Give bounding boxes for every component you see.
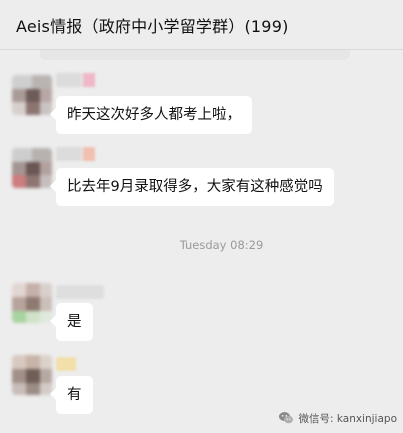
avatar[interactable]: [12, 148, 52, 188]
avatar[interactable]: [12, 355, 52, 395]
message-text: 是: [67, 314, 82, 330]
chat-window: Aeis情报（政府中小学留学群）(199) 昨天这次好多人都考上啦， 比去年9月…: [0, 0, 403, 433]
message-bubble[interactable]: 比去年9月录取得多，大家有这种感觉吗: [50, 168, 334, 206]
message-text: 有: [67, 387, 82, 403]
message-text: 昨天这次好多人都考上啦，: [67, 107, 241, 123]
watermark: 微信号: kanxinjiapo: [278, 409, 397, 427]
sender-nickname: [56, 357, 76, 371]
avatar[interactable]: [12, 75, 52, 115]
sender-nickname: [56, 73, 96, 87]
sender-nickname: [56, 147, 96, 161]
message-bubble[interactable]: 有: [50, 376, 93, 414]
message-bubble[interactable]: 昨天这次好多人都考上啦，: [50, 96, 252, 134]
header-shadow: [40, 50, 350, 60]
sender-nickname: [56, 285, 104, 299]
chat-title: Aeis情报（政府中小学留学群）(199): [16, 17, 289, 36]
message-timestamp: Tuesday 08:29: [179, 238, 264, 252]
message-text: 比去年9月录取得多，大家有这种感觉吗: [67, 179, 323, 195]
watermark-text: 微信号: kanxinjiapo: [298, 412, 397, 425]
chat-header: Aeis情报（政府中小学留学群）(199): [0, 0, 403, 50]
wechat-icon: [279, 412, 294, 424]
message-bubble[interactable]: 是: [50, 303, 93, 341]
avatar[interactable]: [12, 283, 52, 323]
